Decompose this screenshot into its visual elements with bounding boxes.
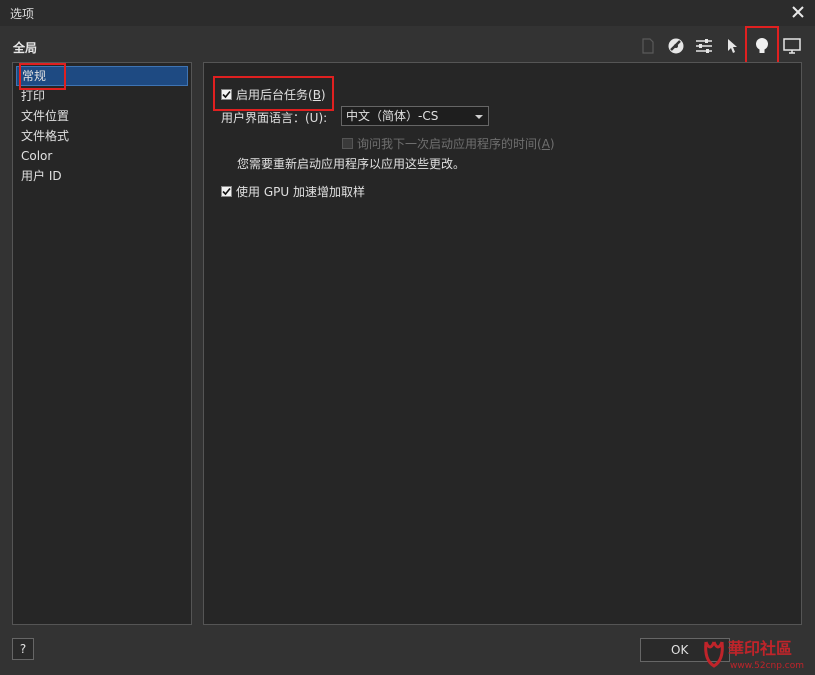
- help-button[interactable]: ?: [12, 638, 34, 660]
- general-settings-panel: 启用后台任务(B) 用户界面语言：(U): 中文（简体）-CS 询问我下一次启动…: [203, 62, 802, 625]
- ui-language-value: 中文（简体）-CS: [346, 109, 439, 123]
- ui-language-label: 用户界面语言：(U):: [221, 111, 328, 125]
- category-sidebar: 常规 打印 文件位置 文件格式 Color 用户 ID: [12, 62, 192, 625]
- pointer-icon: [728, 39, 737, 53]
- gpu-accel-label: 使用 GPU 加速增加取样: [236, 185, 365, 199]
- color-management-button[interactable]: [665, 35, 687, 57]
- document-button[interactable]: [637, 35, 659, 57]
- tools-button[interactable]: [721, 35, 743, 57]
- ui-language-select[interactable]: 中文（简体）-CS: [341, 106, 489, 126]
- monitor-icon: [783, 38, 801, 54]
- sidebar-item-label: 文件位置: [21, 109, 70, 123]
- sidebar-item-label: 打印: [21, 89, 46, 103]
- display-button[interactable]: [781, 35, 803, 57]
- window-title: 选项: [10, 7, 35, 21]
- document-icon: [642, 38, 654, 54]
- sidebar-item-color[interactable]: Color: [13, 146, 191, 166]
- section-label: 全局: [13, 41, 38, 55]
- sidebar-item-label: Color: [21, 149, 53, 163]
- ui-language-row: 用户界面语言：(U):: [221, 109, 327, 126]
- ask-next-launch-checkbox[interactable]: [342, 138, 353, 149]
- watermark-title: 華印社區: [728, 639, 792, 658]
- checkmark-icon: [222, 90, 231, 99]
- chevron-down-icon: [475, 115, 483, 119]
- enable-background-checkbox[interactable]: [221, 89, 232, 100]
- settings-sliders-button[interactable]: [693, 35, 715, 57]
- close-button[interactable]: [789, 3, 807, 21]
- category-toolbar: [637, 26, 803, 66]
- gpu-accel-checkbox[interactable]: [221, 186, 232, 197]
- checkmark-icon: [222, 187, 231, 196]
- restart-note: 您需要重新启动应用程序以应用这些更改。: [237, 155, 465, 172]
- watermark-logo: 華印社區 www.52cnp.com: [700, 632, 812, 672]
- lightbulb-icon: [756, 38, 768, 53]
- sidebar-item-user-id[interactable]: 用户 ID: [13, 166, 191, 186]
- ask-next-launch-label: 询问我下一次启动应用程序的时间(A): [357, 137, 555, 151]
- watermark-url: www.52cnp.com: [730, 661, 804, 671]
- close-icon: [792, 6, 804, 18]
- enable-background-label: 启用后台任务(B): [236, 88, 326, 102]
- color-disc-icon: [668, 38, 684, 54]
- restart-note-text: 您需要重新启动应用程序以应用这些更改。: [237, 157, 466, 171]
- sidebar-item-label: 常规: [22, 69, 47, 83]
- sliders-icon: [696, 39, 712, 53]
- sidebar-item-label: 文件格式: [21, 129, 70, 143]
- gpu-accel-row: 使用 GPU 加速增加取样: [221, 183, 365, 200]
- title-bar: 选项: [0, 0, 815, 26]
- sidebar-item-print[interactable]: 打印: [13, 86, 191, 106]
- enable-background-row: 启用后台任务(B): [221, 86, 326, 103]
- general-tips-button[interactable]: [745, 26, 779, 66]
- ask-next-launch-row: 询问我下一次启动应用程序的时间(A): [342, 135, 555, 152]
- sidebar-item-file-formats[interactable]: 文件格式: [13, 126, 191, 146]
- sidebar-item-label: 用户 ID: [21, 169, 62, 183]
- sidebar-item-file-locations[interactable]: 文件位置: [13, 106, 191, 126]
- sidebar-item-general[interactable]: 常规: [16, 66, 188, 86]
